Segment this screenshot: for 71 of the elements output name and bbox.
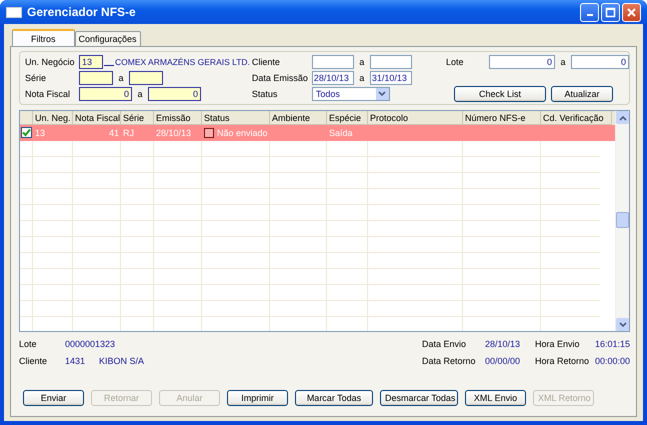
field-label: Nota Fiscal (25, 88, 72, 98)
tab[interactable]: Configurações (74, 31, 141, 46)
input-field[interactable]: 0 (79, 86, 132, 100)
table-cell: 41 (108, 128, 119, 138)
input-field[interactable]: 13 (79, 54, 103, 68)
action-button[interactable]: Marcar Todas (295, 390, 373, 406)
scroll-thumb[interactable] (616, 212, 629, 228)
tab[interactable]: Filtros (12, 29, 74, 46)
range-separator: a (136, 88, 144, 98)
detail-label: Cliente (19, 356, 48, 366)
range-separator: a (117, 72, 124, 82)
field-label: Lote (446, 56, 465, 66)
filter-button[interactable]: Check List (454, 86, 546, 102)
detail-label: Data Envio (422, 338, 467, 348)
range-separator: a (358, 72, 366, 82)
input-field[interactable] (79, 70, 113, 84)
scroll-up-icon[interactable] (616, 111, 629, 124)
field-label: Cliente (252, 56, 281, 66)
input-field[interactable] (312, 54, 354, 68)
maximize-icon (605, 6, 616, 18)
row-checkbox[interactable] (20, 127, 32, 138)
detail-label: Data Retorno (422, 356, 476, 366)
input-field[interactable]: 28/10/13 (312, 70, 354, 84)
detail-value: KIBON S/A (99, 356, 144, 366)
field-label: Status (252, 88, 278, 98)
scroll-down-icon[interactable] (616, 318, 629, 331)
detail-value: 16:01:15 (594, 338, 630, 348)
action-button: Anular (159, 390, 220, 406)
action-button: Retornar (91, 390, 152, 406)
input-field[interactable]: 0 (489, 54, 555, 68)
window-icon (6, 6, 22, 18)
input-field[interactable]: 0 (148, 86, 201, 100)
input-field[interactable] (370, 54, 412, 68)
table-cell: RJ (123, 128, 134, 138)
vertical-scrollbar[interactable] (615, 111, 629, 331)
range-separator: a (559, 56, 566, 66)
field-label: Un. Negócio (25, 56, 75, 66)
field-label: Série (25, 72, 48, 82)
filter-button[interactable]: Atualizar (551, 86, 613, 102)
company-name: COMEX ARMAZÉNS GERAIS LTD. (115, 56, 250, 66)
action-button[interactable]: Imprimir (227, 390, 288, 406)
maximize-button[interactable] (601, 2, 620, 22)
detail-value: 28/10/13 (484, 338, 521, 348)
action-button[interactable]: Desmarcar Todas (380, 390, 458, 406)
action-button[interactable]: XML Envio (465, 390, 526, 406)
table-cell: Não enviado (217, 128, 268, 138)
square-icon (204, 128, 214, 138)
detail-label: Hora Retorno (534, 356, 590, 366)
input-field[interactable] (129, 70, 163, 84)
close-button[interactable] (622, 2, 641, 22)
table-cell: 13 (35, 128, 46, 138)
detail-value: 1431 (65, 356, 86, 366)
input-field[interactable]: 0 (571, 54, 629, 68)
input-field[interactable]: 31/10/13 (370, 70, 412, 84)
lookup-line (104, 65, 114, 66)
minimize-button[interactable] (580, 2, 599, 22)
close-icon (626, 6, 637, 18)
action-button: XML Retorno (533, 390, 594, 406)
detail-label: Lote (19, 338, 38, 348)
status-dropdown[interactable]: Todos (312, 86, 390, 100)
field-label: Data Emissão (252, 72, 308, 82)
window-title: Gerenciador NFS-e (27, 5, 137, 19)
detail-value: 00:00:00 (594, 356, 630, 366)
minimize-icon (586, 14, 592, 16)
range-separator: a (358, 56, 366, 66)
detail-label: Hora Envio (534, 338, 580, 348)
detail-value: 00/00/00 (484, 356, 521, 366)
detail-value: 0000001323 (65, 338, 116, 348)
table-cell: 28/10/13 (156, 128, 192, 138)
table-cell: Saída (329, 128, 353, 138)
action-button[interactable]: Enviar (23, 390, 84, 406)
